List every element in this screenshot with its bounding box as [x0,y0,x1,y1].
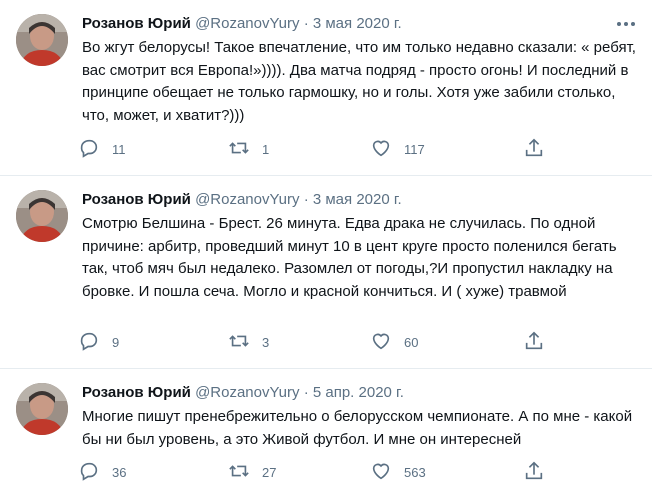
separator-dot: · [303,384,309,401]
author-handle[interactable]: @RozanovYury [195,15,299,32]
tweet-date[interactable]: 3 мая 2020 г. [313,15,402,32]
retweet-button[interactable]: 3 [228,327,269,357]
retweet-count: 1 [262,141,270,157]
retweet-icon [228,137,250,162]
heart-icon [370,137,392,162]
reply-count: 11 [112,141,126,157]
retweet-count: 27 [262,464,277,480]
author-handle[interactable]: @RozanovYury [195,384,299,401]
reply-icon [78,460,100,485]
tweet-date[interactable]: 3 мая 2020 г. [313,191,402,208]
tweet-actions: 9 3 60 [70,327,650,357]
heart-icon [370,460,392,485]
reply-count: 9 [112,334,120,350]
tweet-text: Во жгут белорусы! Такое впечатление, что… [82,39,641,124]
retweet-button[interactable]: 1 [228,134,269,164]
like-count: 60 [404,334,419,350]
reply-button[interactable]: 9 [78,327,119,357]
more-horizontal-icon[interactable] [614,12,638,36]
tweet-actions: 11 1 117 [70,134,650,164]
share-icon [523,330,545,355]
share-icon [523,137,545,162]
share-button[interactable] [523,327,545,357]
author-name[interactable]: Розанов Юрий [82,191,191,208]
avatar[interactable] [16,190,68,242]
share-button[interactable] [523,457,545,487]
tweet-text: Многие пишут пренебрежительно о белорусс… [82,408,637,448]
retweet-button[interactable]: 27 [228,457,276,487]
retweet-icon [228,330,250,355]
reply-count: 36 [112,464,127,480]
reply-icon [78,330,100,355]
like-button[interactable]: 60 [370,327,418,357]
author-handle[interactable]: @RozanovYury [195,191,299,208]
like-button[interactable]: 563 [370,457,426,487]
reply-button[interactable]: 11 [78,134,126,164]
author-name[interactable]: Розанов Юрий [82,15,191,32]
tweet[interactable]: Розанов Юрий @RozanovYury · 5 апр. 2020 … [0,369,652,491]
heart-icon [370,330,392,355]
tweet-actions: 36 27 563 [70,457,650,487]
share-icon [523,460,545,485]
reply-button[interactable]: 36 [78,457,126,487]
author-name[interactable]: Розанов Юрий [82,384,191,401]
avatar[interactable] [16,14,68,66]
tweet[interactable]: Розанов Юрий @RozanovYury · 3 мая 2020 г… [0,0,652,176]
retweet-icon [228,460,250,485]
avatar[interactable] [16,383,68,435]
tweet-date[interactable]: 5 апр. 2020 г. [313,384,404,401]
like-count: 563 [404,464,426,480]
like-button[interactable]: 117 [370,134,425,164]
separator-dot: · [303,15,309,32]
reply-icon [78,137,100,162]
tweet[interactable]: Розанов Юрий @RozanovYury · 3 мая 2020 г… [0,176,652,369]
tweet-text: Смотрю Белшина - Брест. 26 минута. Едва … [82,215,621,300]
separator-dot: · [303,191,309,208]
retweet-count: 3 [262,334,270,350]
share-button[interactable] [523,134,545,164]
like-count: 117 [404,141,425,157]
